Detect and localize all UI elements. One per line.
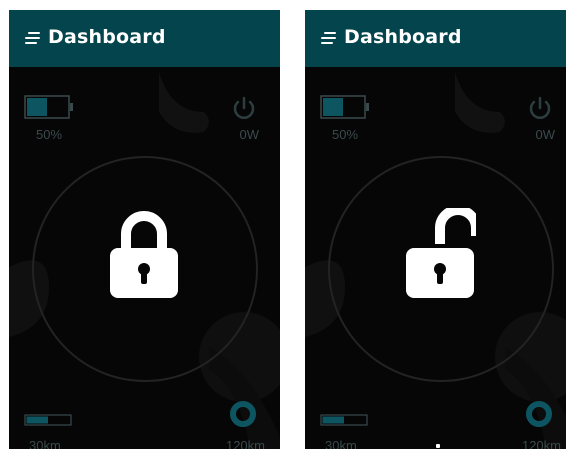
gauge-icon	[526, 401, 552, 427]
power-readout: 0W	[535, 127, 556, 142]
lock-open-icon[interactable]	[404, 208, 476, 300]
menu-icon[interactable]	[24, 30, 42, 46]
battery-percent: 50%	[332, 127, 359, 142]
phone-screen-locked: Dashboard 50% 0W 30km 120km	[9, 10, 280, 449]
power-readout: 0W	[239, 127, 260, 142]
page-title: Dashboard	[48, 26, 166, 48]
gauge-icon	[230, 401, 256, 427]
page-title: Dashboard	[344, 26, 462, 48]
power-icon[interactable]	[527, 96, 553, 122]
phone-screen-unlocked: Dashboard 50% 0W 30km 120km	[305, 10, 566, 449]
app-header: Dashboard	[305, 10, 566, 67]
range-bar	[24, 414, 72, 426]
menu-icon[interactable]	[320, 30, 338, 46]
battery-icon	[24, 95, 73, 119]
range-min-label: 30km	[325, 438, 357, 449]
battery-icon	[320, 95, 369, 119]
slider-knob[interactable]	[436, 444, 440, 448]
range-min-label: 30km	[29, 438, 61, 449]
app-header: Dashboard	[9, 10, 280, 67]
range-max-label: 120km	[225, 438, 265, 449]
range-max-label: 120km	[521, 438, 561, 449]
range-bar	[320, 414, 368, 426]
battery-percent: 50%	[36, 127, 63, 142]
lock-closed-icon[interactable]	[108, 208, 180, 300]
power-icon[interactable]	[231, 96, 257, 122]
